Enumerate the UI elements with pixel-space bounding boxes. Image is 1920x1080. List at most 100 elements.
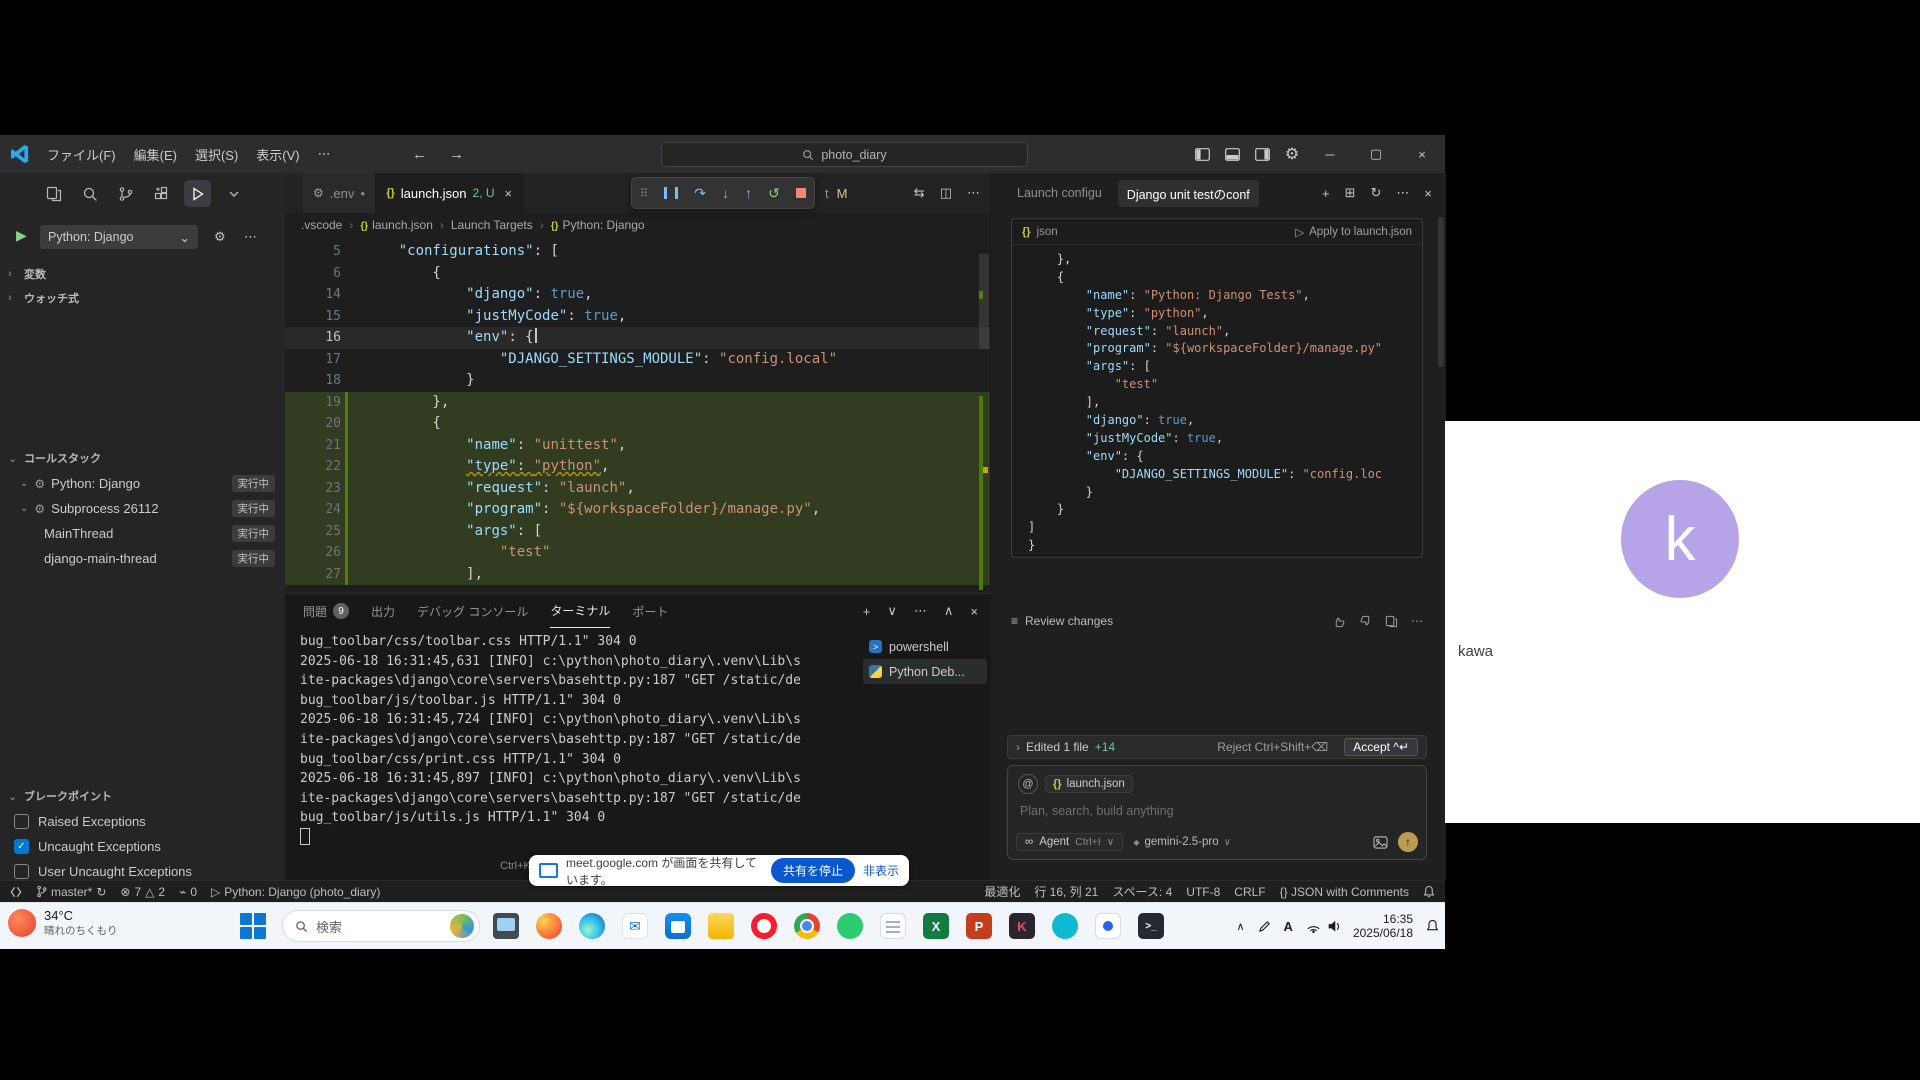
section-breakpoints[interactable]: ⌄ ブレークポイント — [0, 785, 285, 807]
window-maximize-button[interactable]: ▢ — [1353, 135, 1399, 173]
callstack-item[interactable]: ⌄⚙Subprocess 26112実行中 — [0, 496, 285, 521]
taskbar-powerpoint-icon[interactable]: P — [961, 908, 997, 944]
code-line[interactable]: "django": true, — [1024, 412, 1416, 430]
cursor-position-status[interactable]: 行 16, 列 21 — [1034, 883, 1098, 900]
code-line[interactable]: 15 "justMyCode": true, — [285, 306, 990, 328]
panel-tab[interactable]: デバッグ コンソール — [417, 595, 528, 628]
language-mode-status[interactable]: {} JSON with Comments — [1280, 885, 1409, 899]
search-highlight-thumbnail[interactable] — [450, 914, 474, 938]
panel-tab[interactable]: 出力 — [371, 595, 395, 628]
drag-handle-icon[interactable]: ⠿ — [640, 187, 648, 200]
taskbar-clock[interactable]: 16:35 2025/06/18 — [1353, 912, 1413, 940]
toggle-secondary-sidebar-icon[interactable] — [1247, 135, 1277, 173]
code-line[interactable]: ], — [1024, 394, 1416, 412]
menu-item[interactable]: ⋯ — [309, 146, 340, 162]
ports-status[interactable]: ⌁ 0 — [179, 885, 197, 899]
command-center-search[interactable]: photo_diary — [661, 142, 1028, 167]
taskbar-excel-icon[interactable]: X — [918, 908, 954, 944]
reject-edits-button[interactable]: Reject Ctrl+Shift+⌫ — [1217, 740, 1328, 754]
chat-close-icon[interactable]: × — [1424, 186, 1432, 201]
taskbar-chrome-icon[interactable] — [789, 908, 825, 944]
code-line[interactable]: "type": "python", — [1024, 305, 1416, 323]
taskbar-edge-icon[interactable] — [574, 908, 610, 944]
eol-status[interactable]: CRLF — [1234, 885, 1265, 899]
taskbar-store-icon[interactable] — [660, 908, 696, 944]
menu-item[interactable]: 編集(E) — [125, 145, 186, 164]
terminal-instance-powershell[interactable]: >powershell — [863, 634, 987, 659]
pause-icon[interactable] — [664, 187, 678, 199]
layout-gear-icon[interactable]: ⚙ — [1277, 135, 1307, 173]
more-views-chevron-icon[interactable] — [220, 180, 247, 207]
taskbar-white-app-icon[interactable] — [1090, 908, 1126, 944]
hide-bar-link[interactable]: 非表示 — [863, 862, 899, 879]
git-branch-status[interactable]: master* ↻ — [36, 885, 106, 899]
split-editor-icon[interactable]: ◫ — [940, 185, 952, 201]
menu-item[interactable]: 選択(S) — [186, 145, 247, 164]
step-out-icon[interactable]: ↑ — [745, 185, 752, 201]
code-line[interactable]: "test" — [1024, 376, 1416, 394]
menu-item[interactable]: ファイル(F) — [38, 145, 125, 164]
taskbar-desktop-icon[interactable] — [488, 908, 524, 944]
code-line[interactable]: 26 "test" — [285, 542, 990, 564]
section-call-stack[interactable]: ⌄ コールスタック — [0, 447, 285, 469]
code-line[interactable]: 25 "args": [ — [285, 521, 990, 543]
close-panel-icon[interactable]: × — [970, 604, 978, 619]
overview-ruler[interactable] — [977, 236, 990, 593]
taskbar-notepad-icon[interactable] — [875, 908, 911, 944]
code-line[interactable]: 23 "request": "launch", — [285, 478, 990, 500]
breadcrumb-item[interactable]: {}launch.json — [360, 218, 433, 232]
code-line[interactable]: "env": { — [1024, 448, 1416, 466]
section-watch[interactable]: › ウォッチ式 — [0, 287, 285, 309]
code-line[interactable]: "DJANGO_SETTINGS_MODULE": "config.loc — [1024, 466, 1416, 484]
panel-tab[interactable]: ターミナル — [550, 595, 610, 628]
source-control-icon[interactable] — [112, 180, 139, 207]
taskbar-firefox-icon[interactable] — [531, 908, 567, 944]
pen-icon[interactable] — [1258, 920, 1271, 933]
open-session-icon[interactable]: ⊞ — [1345, 185, 1356, 201]
copy-icon[interactable] — [1385, 615, 1398, 628]
encoding-status[interactable]: UTF-8 — [1186, 885, 1220, 899]
code-line[interactable]: 22 "type": "python", — [285, 456, 990, 478]
code-line[interactable]: } — [1024, 484, 1416, 502]
configure-gear-icon[interactable]: ⚙ — [214, 229, 226, 245]
notifications-bell-icon[interactable] — [1423, 885, 1435, 898]
menu-item[interactable]: 表示(V) — [247, 145, 308, 164]
start-button[interactable] — [240, 913, 266, 939]
taskbar-mail-icon[interactable]: ✉ — [617, 908, 653, 944]
ime-mode-indicator[interactable]: A — [1284, 919, 1293, 934]
terminal-dropdown-icon[interactable]: ∨ — [887, 603, 897, 619]
breadcrumb-item[interactable]: .vscode — [301, 218, 342, 232]
window-close-button[interactable]: × — [1399, 135, 1445, 173]
code-line[interactable]: 27 ], — [285, 564, 990, 586]
terminal-output[interactable]: bug_toolbar/css/toolbar.css HTTP/1.1" 30… — [300, 632, 848, 850]
code-line[interactable]: { — [1024, 269, 1416, 287]
run-debug-icon[interactable] — [184, 180, 211, 207]
agent-mode-picker[interactable]: ∞ Agent Ctrl+I ∨ — [1016, 833, 1123, 851]
accept-edits-button[interactable]: Accept ^↵ — [1344, 738, 1418, 756]
editor-more-icon[interactable]: ⋯ — [967, 185, 980, 201]
stop-icon[interactable] — [796, 188, 806, 198]
toggle-panel-icon[interactable] — [1217, 135, 1247, 173]
breadcrumb-item[interactable]: {}Python: Django — [551, 218, 645, 232]
taskbar-terminal-icon[interactable]: >_ — [1133, 908, 1169, 944]
code-line[interactable]: "program": "${workspaceFolder}/manage.py… — [1024, 340, 1416, 358]
code-line[interactable]: 17 "DJANGO_SETTINGS_MODULE": "config.loc… — [285, 349, 990, 371]
add-context-button[interactable]: @ — [1018, 774, 1038, 794]
new-chat-icon[interactable]: + — [1322, 186, 1330, 201]
indentation-status[interactable]: スペース: 4 — [1112, 883, 1172, 900]
launch-config-select[interactable]: Python: Django ⌄ — [40, 225, 198, 249]
taskbar-dark-app-icon[interactable]: K — [1004, 908, 1040, 944]
back-icon[interactable]: ← — [412, 146, 427, 163]
review-changes-label[interactable]: Review changes — [1025, 614, 1113, 628]
new-terminal-icon[interactable]: + — [863, 604, 871, 619]
chat-tab-active[interactable]: Django unit testのconf — [1118, 180, 1259, 207]
code-line[interactable]: "justMyCode": true, — [1024, 430, 1416, 448]
callstack-item[interactable]: MainThread実行中 — [0, 521, 285, 546]
review-more-icon[interactable]: ⋯ — [1411, 614, 1423, 628]
code-line[interactable]: 16 "env": { — [285, 327, 990, 349]
code-line[interactable]: 6 { — [285, 263, 990, 285]
edited-files-row[interactable]: › Edited 1 file +14 Reject Ctrl+Shift+⌫ … — [1007, 735, 1427, 759]
panel-tab[interactable]: ポート — [632, 595, 668, 628]
chat-more-icon[interactable]: ⋯ — [1396, 185, 1409, 201]
breakpoint-item[interactable]: Raised Exceptions — [0, 809, 285, 834]
